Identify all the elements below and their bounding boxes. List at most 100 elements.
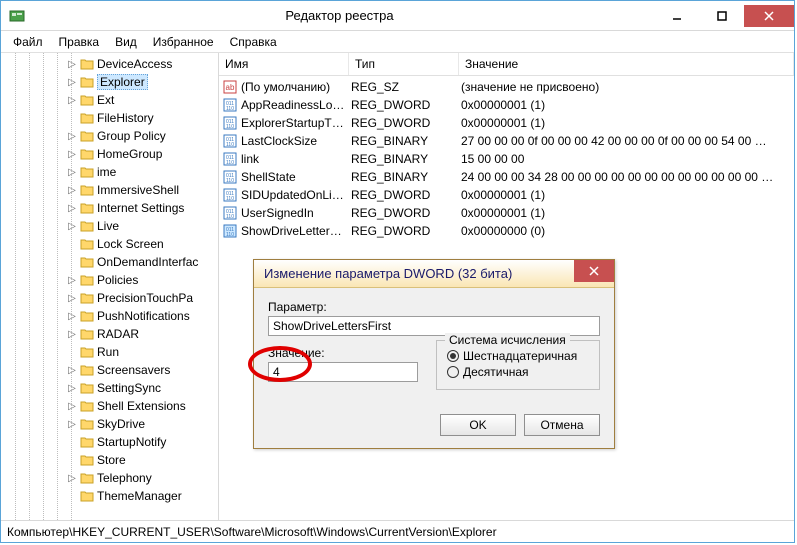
expand-icon[interactable]: ▷ [67, 221, 77, 232]
expand-icon[interactable]: ▷ [67, 131, 77, 142]
tree-item-label: SettingSync [97, 381, 161, 395]
value-input[interactable] [268, 362, 418, 382]
titlebar[interactable]: Редактор реестра [1, 1, 794, 31]
cancel-button[interactable]: Отмена [524, 414, 600, 436]
tree-item-label: Policies [97, 273, 138, 287]
expand-icon[interactable]: ▷ [67, 167, 77, 178]
folder-icon [80, 346, 94, 358]
value-row[interactable]: 011110SIDUpdatedOnLi…REG_DWORD0x00000001… [219, 186, 794, 204]
value-type: REG_DWORD [349, 116, 459, 130]
tree-item[interactable]: ▷ SkyDrive [7, 415, 218, 433]
value-row[interactable]: 011110LastClockSizeREG_BINARY27 00 00 00… [219, 132, 794, 150]
tree-item[interactable]: StartupNotify [7, 433, 218, 451]
tree-item-label: Run [97, 345, 119, 359]
menu-favorites[interactable]: Избранное [145, 32, 222, 52]
value-row[interactable]: 011110ExplorerStartupT…REG_DWORD0x000000… [219, 114, 794, 132]
tree-item-label: SkyDrive [97, 417, 145, 431]
menu-view[interactable]: Вид [107, 32, 145, 52]
tree-item[interactable]: ▷ HomeGroup [7, 145, 218, 163]
value-name: ShellState [241, 170, 296, 184]
menu-help[interactable]: Справка [222, 32, 285, 52]
value-type: REG_DWORD [349, 98, 459, 112]
minimize-button[interactable] [654, 5, 699, 27]
radio-icon [447, 350, 459, 362]
expand-icon[interactable]: ▷ [67, 293, 77, 304]
tree-item[interactable]: ▷Shell Extensions [7, 397, 218, 415]
expand-icon[interactable]: ▷ [67, 77, 77, 88]
expand-icon[interactable]: ▷ [67, 329, 77, 340]
tree-item[interactable]: ▷ImmersiveShell [7, 181, 218, 199]
value-data: 0x00000001 (1) [459, 98, 794, 112]
tree-item[interactable]: ▷ SettingSync [7, 379, 218, 397]
tree-item[interactable]: ▷Telephony [7, 469, 218, 487]
value-row[interactable]: 011110AppReadinessLo…REG_DWORD0x00000001… [219, 96, 794, 114]
folder-icon [80, 490, 94, 502]
value-type: REG_DWORD [349, 224, 459, 238]
tree-item[interactable]: ▷ime [7, 163, 218, 181]
expand-icon[interactable]: ▷ [67, 401, 77, 412]
value-row[interactable]: 011110ShellStateREG_BINARY24 00 00 00 34… [219, 168, 794, 186]
expand-icon[interactable]: ▷ [67, 311, 77, 322]
tree-item[interactable]: Run [7, 343, 218, 361]
tree-item[interactable]: ▷Ext [7, 91, 218, 109]
radix-hex-label: Шестнадцатеричная [463, 349, 577, 363]
column-type[interactable]: Тип [349, 53, 459, 75]
folder-icon [80, 202, 94, 214]
tree-pane[interactable]: ▷DeviceAccess▷Explorer▷ExtFileHistory▷Gr… [1, 53, 219, 520]
tree-item[interactable]: ▷Group Policy [7, 127, 218, 145]
value-name: ShowDriveLetter… [241, 224, 342, 238]
value-type: REG_DWORD [349, 206, 459, 220]
tree-item[interactable]: ▷Screensavers [7, 361, 218, 379]
tree-item[interactable]: ▷RADAR [7, 325, 218, 343]
tree-item-label: Internet Settings [97, 201, 184, 215]
expand-icon[interactable]: ▷ [67, 383, 77, 394]
tree-item-label: Store [97, 453, 126, 467]
column-value[interactable]: Значение [459, 53, 794, 75]
tree-item-label: HomeGroup [97, 147, 162, 161]
tree-item[interactable]: FileHistory [7, 109, 218, 127]
tree-item[interactable]: ▷ Policies [7, 271, 218, 289]
expand-icon[interactable]: ▷ [67, 365, 77, 376]
edit-dword-dialog[interactable]: Изменение параметра DWORD (32 бита) Пара… [253, 259, 615, 449]
expand-icon[interactable]: ▷ [67, 149, 77, 160]
folder-icon [80, 58, 94, 70]
value-row[interactable]: ab(По умолчанию)REG_SZ(значение не присв… [219, 78, 794, 96]
tree-item[interactable]: ▷PushNotifications [7, 307, 218, 325]
reg-value-icon: 011110 [223, 170, 237, 184]
dialog-titlebar[interactable]: Изменение параметра DWORD (32 бита) [254, 260, 614, 288]
radix-dec-radio[interactable]: Десятичная [447, 365, 589, 379]
expand-icon[interactable]: ▷ [67, 419, 77, 430]
ok-button[interactable]: OK [440, 414, 516, 436]
tree-item[interactable]: ▷Live [7, 217, 218, 235]
values-pane[interactable]: Имя Тип Значение ab(По умолчанию)REG_SZ(… [219, 53, 794, 520]
maximize-button[interactable] [699, 5, 744, 27]
folder-icon [80, 112, 94, 124]
svg-text:110: 110 [226, 142, 234, 148]
svg-text:110: 110 [226, 214, 234, 220]
tree-item[interactable]: Store [7, 451, 218, 469]
menu-file[interactable]: Файл [5, 32, 51, 52]
tree-item[interactable]: ThemeManager [7, 487, 218, 505]
close-button[interactable] [744, 5, 794, 27]
column-name[interactable]: Имя [219, 53, 349, 75]
expand-icon[interactable]: ▷ [67, 473, 77, 484]
expand-icon[interactable]: ▷ [67, 203, 77, 214]
tree-item[interactable]: OnDemandInterfac [7, 253, 218, 271]
radix-hex-radio[interactable]: Шестнадцатеричная [447, 349, 589, 363]
folder-icon [80, 364, 94, 376]
expand-icon[interactable]: ▷ [67, 59, 77, 70]
tree-item[interactable]: ▷ Internet Settings [7, 199, 218, 217]
expand-icon[interactable]: ▷ [67, 95, 77, 106]
tree-item[interactable]: ▷PrecisionTouchPa [7, 289, 218, 307]
tree-item[interactable]: Lock Screen [7, 235, 218, 253]
tree-item[interactable]: ▷Explorer [7, 73, 218, 91]
menu-edit[interactable]: Правка [51, 32, 108, 52]
value-row[interactable]: 011110UserSignedInREG_DWORD0x00000001 (1… [219, 204, 794, 222]
expand-icon[interactable]: ▷ [67, 185, 77, 196]
value-row[interactable]: 011110ShowDriveLetter…REG_DWORD0x0000000… [219, 222, 794, 240]
value-row[interactable]: 011110linkREG_BINARY15 00 00 00 [219, 150, 794, 168]
dialog-close-button[interactable] [574, 260, 614, 282]
expand-icon[interactable]: ▷ [67, 275, 77, 286]
reg-value-icon: 011110 [223, 116, 237, 130]
tree-item[interactable]: ▷DeviceAccess [7, 55, 218, 73]
